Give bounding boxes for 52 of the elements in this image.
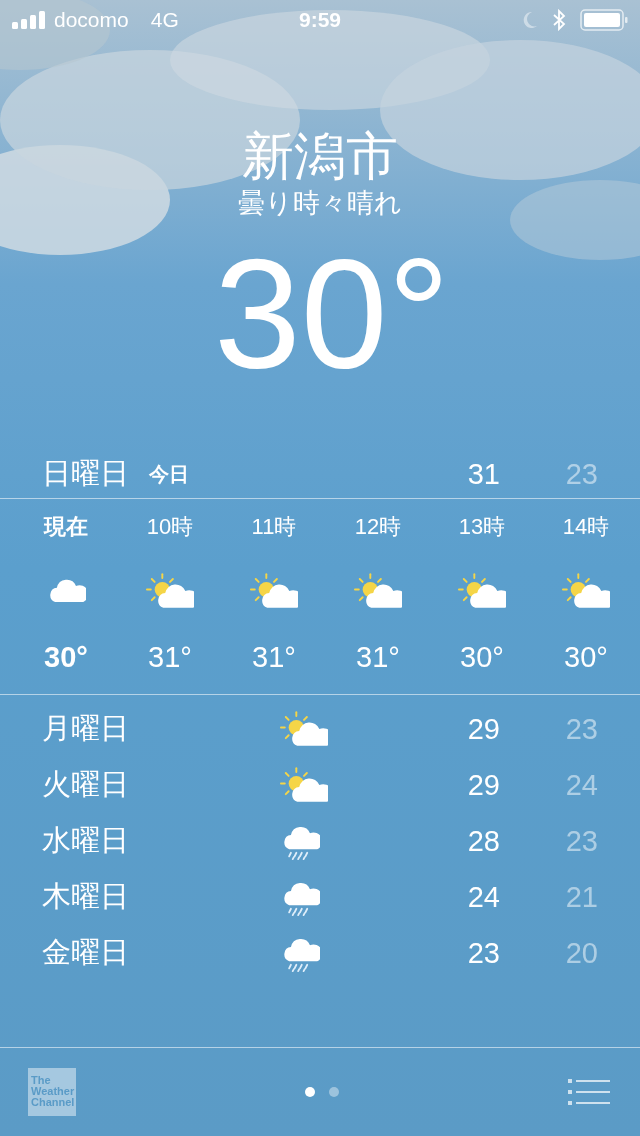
hourly-temperature: 31° xyxy=(252,641,296,674)
sun-cloud-icon xyxy=(250,572,298,610)
high-temperature: 29 xyxy=(466,712,500,746)
low-temperature: 24 xyxy=(564,768,598,802)
low-temperature: 20 xyxy=(564,936,598,970)
current-temperature: 30° xyxy=(213,228,450,398)
day-name: 火曜日 xyxy=(42,767,130,802)
high-temperature: 29 xyxy=(466,768,500,802)
day-name: 木曜日 xyxy=(42,879,130,914)
hourly-temperature: 31° xyxy=(148,641,192,674)
status-time: 9:59 xyxy=(297,8,342,32)
hour-label: 10時 xyxy=(146,513,194,541)
sun-cloud-icon xyxy=(354,572,402,610)
day-name: 水曜日 xyxy=(42,823,130,858)
battery-icon xyxy=(580,9,628,31)
hour-label: 14時 xyxy=(562,513,610,541)
hour-label: 13時 xyxy=(458,513,506,541)
high-temperature: 31 xyxy=(466,457,500,491)
carrier-name: docomo xyxy=(54,8,129,32)
page-dot[interactable] xyxy=(305,1087,315,1097)
high-temperature: 24 xyxy=(466,880,500,914)
hourly-temperature: 30° xyxy=(564,641,608,674)
sun-cloud-icon xyxy=(562,572,610,610)
bluetooth-icon xyxy=(552,9,566,31)
signal-icon xyxy=(12,11,46,29)
page-dot[interactable] xyxy=(329,1087,339,1097)
sun-cloud-icon xyxy=(280,710,328,748)
hour-label: 12時 xyxy=(354,513,402,541)
hour-label: 11時 xyxy=(251,513,297,541)
day-name: 日曜日 xyxy=(42,456,129,491)
hourly-temperature: 31° xyxy=(356,641,400,674)
low-temperature: 23 xyxy=(564,712,598,746)
city-name: 新潟市 xyxy=(242,126,398,186)
low-temperature: 21 xyxy=(564,880,598,914)
weather-channel-logo[interactable]: The Weather Channel xyxy=(28,1068,76,1116)
sun-cloud-icon xyxy=(146,572,194,610)
sun-cloud-icon xyxy=(280,766,328,804)
sun-cloud-icon xyxy=(458,572,506,610)
network-type: 4G xyxy=(150,8,179,32)
hourly-temperature: 30° xyxy=(460,641,504,674)
list-icon[interactable] xyxy=(568,1079,612,1105)
today-label: 今日 xyxy=(149,461,190,487)
day-name: 月曜日 xyxy=(42,711,130,746)
weather-condition: 曇り時々晴れ xyxy=(238,187,402,220)
low-temperature: 23 xyxy=(564,457,598,491)
high-temperature: 23 xyxy=(466,936,500,970)
hourly-temperature: 30° xyxy=(44,641,88,674)
moon-icon xyxy=(522,11,538,29)
hour-label: 現在 xyxy=(44,513,88,541)
low-temperature: 23 xyxy=(564,824,598,858)
day-name: 金曜日 xyxy=(42,935,130,970)
high-temperature: 28 xyxy=(466,824,500,858)
